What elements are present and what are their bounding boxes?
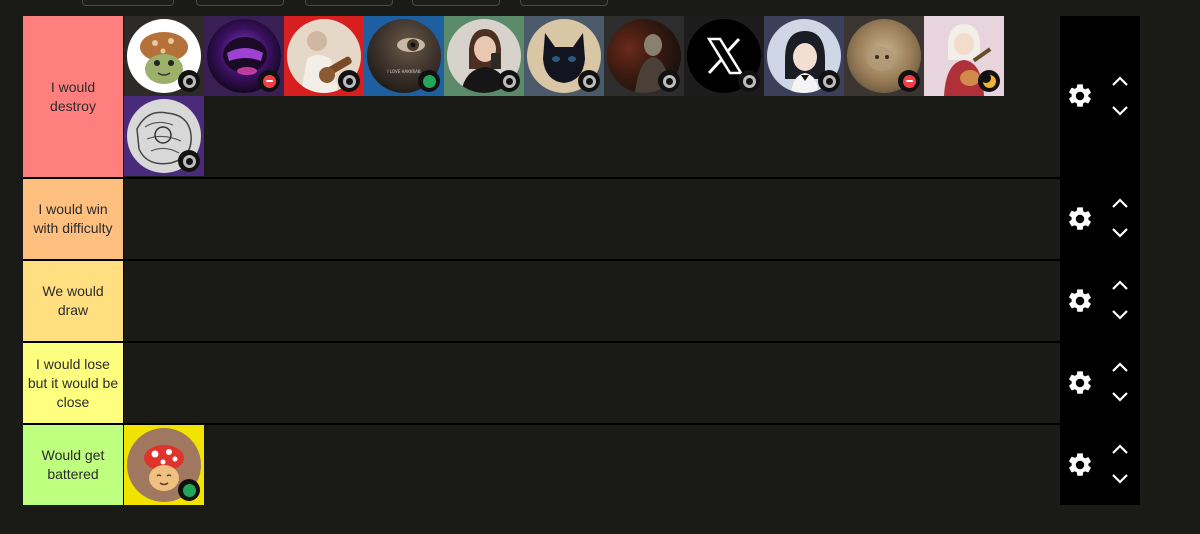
chevron-up-icon[interactable] xyxy=(1109,278,1131,292)
tier-label[interactable]: I would win with difficulty xyxy=(23,179,123,259)
tier-label[interactable]: We would draw xyxy=(23,261,123,341)
gear-icon[interactable] xyxy=(1066,451,1094,479)
gear-icon[interactable] xyxy=(1066,82,1094,110)
chevron-up-icon[interactable] xyxy=(1109,196,1131,210)
chevron-down-icon[interactable] xyxy=(1109,472,1131,486)
tier-row: I would destroy I LOVE HAKKRAB xyxy=(23,16,1140,177)
anime-guitar-girl-avatar[interactable] xyxy=(924,16,1004,96)
mirror-selfie-avatar[interactable] xyxy=(444,16,524,96)
tier-label-text: We would draw xyxy=(42,283,104,318)
tan-cat-avatar[interactable] xyxy=(844,16,924,96)
mushroom-character-avatar[interactable] xyxy=(124,425,204,505)
gear-icon[interactable] xyxy=(1066,205,1094,233)
sketch-drawing-avatar[interactable] xyxy=(124,96,204,176)
eye-avatar-caption: I LOVE HAKKRAB xyxy=(387,69,420,74)
top-tab[interactable] xyxy=(305,0,393,6)
tier-controls xyxy=(1060,343,1140,423)
x-logo-avatar[interactable] xyxy=(684,16,764,96)
tier-label[interactable]: Would get battered xyxy=(23,425,123,505)
tier-label-text: Would get battered xyxy=(41,447,105,482)
tier-controls xyxy=(1060,261,1140,341)
tier-items-area[interactable]: I LOVE HAKKRAB xyxy=(124,16,1060,177)
tier-items-area[interactable] xyxy=(124,261,1060,341)
tier-controls xyxy=(1060,425,1140,505)
gear-icon[interactable] xyxy=(1066,369,1094,397)
guitarist-photo-avatar[interactable] xyxy=(284,16,364,96)
top-tab[interactable] xyxy=(82,0,174,6)
gear-icon[interactable] xyxy=(1066,287,1094,315)
top-tab[interactable] xyxy=(520,0,608,6)
tier-row: I would win with difficulty xyxy=(23,179,1140,259)
tier-controls xyxy=(1060,16,1140,177)
tier-row: Would get battered xyxy=(23,425,1140,505)
eye-closeup-avatar[interactable]: I LOVE HAKKRAB xyxy=(364,16,444,96)
top-tab[interactable] xyxy=(412,0,500,6)
chevron-up-icon[interactable] xyxy=(1109,442,1131,456)
tier-label[interactable]: I would lose but it would be close xyxy=(23,343,123,423)
chevron-down-icon[interactable] xyxy=(1109,390,1131,404)
tier-label[interactable]: I would destroy xyxy=(23,16,123,177)
black-cat-avatar[interactable] xyxy=(524,16,604,96)
chevron-down-icon[interactable] xyxy=(1109,308,1131,322)
chevron-down-icon[interactable] xyxy=(1109,104,1131,118)
tier-items-area[interactable] xyxy=(124,343,1060,423)
chevron-up-icon[interactable] xyxy=(1109,360,1131,374)
tier-label-text: I would lose but it would be close xyxy=(27,355,119,410)
chevron-down-icon[interactable] xyxy=(1109,226,1131,240)
tier-controls xyxy=(1060,179,1140,259)
anime-girl-avatar[interactable] xyxy=(764,16,844,96)
frog-mushroom-avatar[interactable] xyxy=(124,16,204,96)
tier-label-text: I would destroy xyxy=(50,78,96,114)
chevron-up-icon[interactable] xyxy=(1109,74,1131,88)
tier-list: I would destroy I LOVE HAKKRAB I would w… xyxy=(23,16,1140,505)
dark-figure-avatar[interactable] xyxy=(604,16,684,96)
tier-items-area[interactable] xyxy=(124,179,1060,259)
tier-row: I would lose but it would be close xyxy=(23,343,1140,423)
top-tab-strip xyxy=(0,0,1200,6)
top-tab[interactable] xyxy=(196,0,284,6)
tier-items-area[interactable] xyxy=(124,425,1060,505)
purple-helmet-avatar[interactable] xyxy=(204,16,284,96)
tier-row: We would draw xyxy=(23,261,1140,341)
tier-label-text: I would win with difficulty xyxy=(33,201,113,236)
